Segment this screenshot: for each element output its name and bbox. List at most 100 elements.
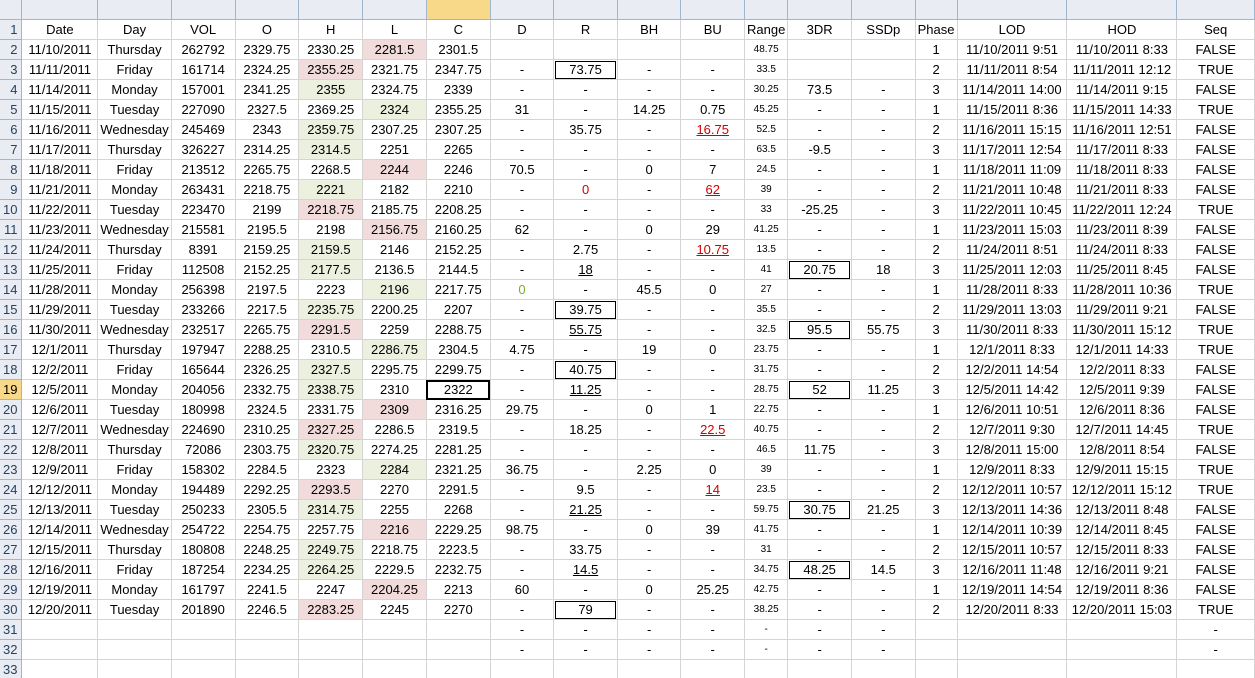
cell-ssdp[interactable]: -: [851, 219, 916, 240]
cell-bu[interactable]: 14: [680, 479, 746, 500]
cell-o[interactable]: 2152.25: [235, 259, 300, 280]
cell-bu[interactable]: -: [680, 499, 746, 520]
cell-hod[interactable]: 12/19/2011 8:36: [1066, 579, 1178, 600]
cell-o[interactable]: [235, 639, 300, 660]
cell-c[interactable]: 2229.25: [426, 519, 491, 540]
cell-h[interactable]: 2314.75: [298, 499, 364, 520]
cell-l[interactable]: 2200.25: [362, 299, 427, 320]
cell-vol[interactable]: 233266: [171, 299, 236, 320]
cell-day[interactable]: Monday: [97, 479, 172, 500]
cell-l[interactable]: 2185.75: [362, 199, 427, 220]
cell-r[interactable]: 21.25: [553, 499, 618, 520]
cell-vol[interactable]: 72086: [171, 439, 236, 460]
cell-c[interactable]: [426, 619, 491, 640]
cell-vol[interactable]: [171, 619, 236, 640]
cell-c[interactable]: 2322: [426, 379, 491, 400]
cell-3dr[interactable]: 20.75: [787, 259, 852, 280]
cell-hod[interactable]: [1066, 659, 1178, 678]
cell-day[interactable]: [97, 659, 172, 678]
cell-day[interactable]: Thursday: [97, 139, 172, 160]
cell-l[interactable]: 2259: [362, 319, 427, 340]
cell-c[interactable]: 2246: [426, 159, 491, 180]
cell-o[interactable]: 2324.25: [235, 59, 300, 80]
cell-seq[interactable]: FALSE: [1176, 239, 1255, 260]
cell-lod[interactable]: 11/25/2011 12:03: [957, 259, 1068, 280]
cell-lod[interactable]: 11/22/2011 10:45: [957, 199, 1068, 220]
cell-seq[interactable]: FALSE: [1176, 219, 1255, 240]
cell-ssdp[interactable]: -: [851, 519, 916, 540]
cell-3dr[interactable]: -: [787, 639, 852, 660]
cell-seq[interactable]: FALSE: [1176, 559, 1255, 580]
cell-seq[interactable]: TRUE: [1176, 99, 1255, 120]
cell-range[interactable]: 39: [744, 459, 789, 480]
cell-d[interactable]: 70.5: [490, 159, 555, 180]
cell-h[interactable]: 2257.75: [298, 519, 364, 540]
cell-bu[interactable]: -: [680, 59, 746, 80]
cell-bu[interactable]: [680, 39, 746, 60]
cell-vol[interactable]: 215581: [171, 219, 236, 240]
cell-range[interactable]: [744, 659, 789, 678]
row-header-5[interactable]: 5: [0, 99, 23, 120]
cell-ssdp[interactable]: -: [851, 239, 916, 260]
cell-hod[interactable]: 11/21/2011 8:33: [1066, 179, 1178, 200]
cell-seq[interactable]: FALSE: [1176, 499, 1255, 520]
header-cell-vol[interactable]: VOL: [171, 19, 236, 40]
cell-o[interactable]: 2341.25: [235, 79, 300, 100]
cell-lod[interactable]: 12/15/2011 10:57: [957, 539, 1068, 560]
cell-vol[interactable]: 161714: [171, 59, 236, 80]
cell-bu[interactable]: [680, 659, 746, 678]
header-cell-c[interactable]: C: [426, 19, 491, 40]
column-header-i[interactable]: [553, 0, 618, 20]
cell-r[interactable]: -: [553, 99, 618, 120]
cell-r[interactable]: -: [553, 219, 618, 240]
cell-bh[interactable]: -: [617, 59, 682, 80]
cell-date[interactable]: [21, 659, 99, 678]
cell-c[interactable]: 2291.5: [426, 479, 491, 500]
cell-l[interactable]: 2204.25: [362, 579, 427, 600]
cell-h[interactable]: 2310.5: [298, 339, 364, 360]
cell-phase[interactable]: 2: [915, 299, 958, 320]
cell-l[interactable]: 2309: [362, 399, 427, 420]
cell-seq[interactable]: -: [1176, 619, 1255, 640]
cell-phase[interactable]: 3: [915, 79, 958, 100]
cell-l[interactable]: 2286.5: [362, 419, 427, 440]
cell-day[interactable]: Tuesday: [97, 99, 172, 120]
cell-range[interactable]: 30.25: [744, 79, 789, 100]
cell-hod[interactable]: 12/6/2011 8:36: [1066, 399, 1178, 420]
cell-hod[interactable]: 11/24/2011 8:33: [1066, 239, 1178, 260]
cell-3dr[interactable]: -: [787, 579, 852, 600]
cell-lod[interactable]: 12/12/2011 10:57: [957, 479, 1068, 500]
cell-range[interactable]: 33: [744, 199, 789, 220]
cell-3dr[interactable]: 95.5: [787, 319, 852, 340]
cell-date[interactable]: 11/29/2011: [21, 299, 99, 320]
cell-c[interactable]: 2210: [426, 179, 491, 200]
header-cell-bu[interactable]: BU: [680, 19, 746, 40]
cell-lod[interactable]: 11/15/2011 8:36: [957, 99, 1068, 120]
cell-r[interactable]: -: [553, 639, 618, 660]
cell-ssdp[interactable]: -: [851, 279, 916, 300]
cell-l[interactable]: 2281.5: [362, 39, 427, 60]
select-all-corner[interactable]: [0, 0, 23, 20]
header-cell-o[interactable]: O: [235, 19, 300, 40]
cell-bu[interactable]: 39: [680, 519, 746, 540]
cell-day[interactable]: Wednesday: [97, 219, 172, 240]
cell-hod[interactable]: [1066, 619, 1178, 640]
cell-range[interactable]: 24.5: [744, 159, 789, 180]
cell-phase[interactable]: 1: [915, 459, 958, 480]
cell-l[interactable]: 2286.75: [362, 339, 427, 360]
cell-r[interactable]: [553, 39, 618, 60]
cell-bu[interactable]: 0: [680, 459, 746, 480]
cell-date[interactable]: 12/7/2011: [21, 419, 99, 440]
cell-day[interactable]: Thursday: [97, 239, 172, 260]
cell-o[interactable]: 2199: [235, 199, 300, 220]
cell-phase[interactable]: 2: [915, 479, 958, 500]
row-header-9[interactable]: 9: [0, 179, 23, 200]
cell-c[interactable]: 2281.25: [426, 439, 491, 460]
cell-h[interactable]: [298, 619, 364, 640]
cell-bu[interactable]: 29: [680, 219, 746, 240]
cell-bu[interactable]: 62: [680, 179, 746, 200]
header-cell-range[interactable]: Range: [744, 19, 789, 40]
cell-3dr[interactable]: -: [787, 339, 852, 360]
cell-phase[interactable]: 2: [915, 359, 958, 380]
cell-hod[interactable]: 11/10/2011 8:33: [1066, 39, 1178, 60]
